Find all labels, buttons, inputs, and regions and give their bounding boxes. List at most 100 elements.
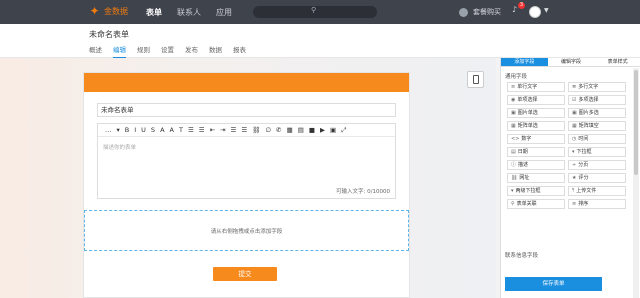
nav-item-forms[interactable]: 表单 [146, 7, 162, 18]
toolbar-button-icon[interactable]: ∅ [265, 124, 271, 137]
field-type-label: 描述 [518, 162, 529, 168]
tab-overview[interactable]: 概述 [89, 44, 102, 58]
logo-mark-icon: ✦ [89, 4, 100, 18]
toolbar-button-icon[interactable]: ▣ [330, 124, 336, 137]
field-type-label: 分页 [578, 162, 589, 168]
toolbar-button-icon[interactable]: ▾ [117, 124, 120, 137]
toolbar-button-icon[interactable]: S [151, 124, 155, 137]
field-type-button[interactable]: ☑ 多项选择 [568, 95, 626, 105]
field-dropzone[interactable]: 请从右侧拖拽或点击添加字段 [84, 210, 409, 251]
toolbar-button-icon[interactable]: ⛓ [252, 124, 260, 137]
search-input[interactable]: ⚲ [253, 6, 377, 18]
nav-item-apps[interactable]: 应用 [216, 7, 232, 18]
field-type-label: 矩阵填空 [578, 123, 599, 129]
field-type-button[interactable]: ⤒ 上传文件 [568, 186, 626, 196]
toolbar-button-icon[interactable]: ▶ [320, 124, 325, 137]
tab-form-style[interactable]: 表单样式 [594, 58, 640, 67]
toolbar-button-icon[interactable]: ⇤ [210, 124, 215, 137]
field-type-button[interactable]: ◉ 单项选择 [507, 95, 565, 105]
field-type-label: 多项选择 [578, 97, 599, 103]
field-type-icon: ▾ [572, 149, 575, 155]
mobile-preview-button[interactable] [467, 71, 484, 88]
field-type-label: 日期 [517, 149, 528, 155]
toolbar-button-icon[interactable]: B [125, 124, 129, 137]
toolbar-button-icon[interactable]: … [105, 124, 112, 137]
field-type-button[interactable]: ⚲ 表单关联 [507, 199, 565, 209]
form-name-field[interactable]: 未命名表单 [97, 103, 396, 117]
notification-badge: 3 [518, 2, 525, 9]
scrollbar-thumb[interactable] [634, 70, 638, 175]
main-nav: 表单 联系人 应用 [146, 0, 232, 24]
panel-scrollbar[interactable] [633, 68, 639, 298]
field-type-button[interactable]: ▾ 下拉框 [568, 147, 626, 157]
field-type-button[interactable]: ≣ 多行文字 [568, 82, 626, 92]
toolbar-button-icon[interactable]: ☰ [231, 124, 237, 137]
field-type-icon: ◉ [511, 97, 516, 103]
toolbar-button-icon[interactable]: ▦ [287, 124, 293, 137]
toolbar-button-icon[interactable]: ✆ [276, 124, 281, 137]
search-icon[interactable]: ⚲ [311, 6, 316, 14]
tab-edit-field[interactable]: 编辑字段 [547, 58, 595, 67]
logo[interactable]: ✦ 金数据 [88, 5, 128, 18]
field-type-button[interactable]: ▦ 矩阵单选 [507, 121, 565, 131]
tab-reports[interactable]: 报表 [233, 44, 246, 58]
field-type-label: 图片单选 [517, 110, 538, 116]
toolbar-button-icon[interactable]: A [160, 124, 164, 137]
toolbar-button-icon[interactable]: I [134, 124, 136, 137]
char-counter: 可输入文字: 0/10000 [336, 189, 390, 195]
toolbar-button-icon[interactable]: ☰ [199, 124, 205, 137]
field-type-button[interactable]: ≡ 排序 [568, 199, 626, 209]
field-type-icon: ≡ [572, 201, 577, 207]
field-type-label: 下拉框 [576, 149, 592, 155]
nav-item-contacts[interactable]: 联系人 [177, 7, 201, 18]
field-type-icon: ◷ [572, 136, 577, 142]
field-type-label: 数字 [521, 136, 532, 142]
tab-settings[interactable]: 设置 [161, 44, 174, 58]
field-type-button[interactable]: <> 数字 [507, 134, 565, 144]
field-type-label: 排序 [578, 201, 589, 207]
chevron-down-icon[interactable]: ▼ [544, 7, 549, 14]
field-type-button[interactable]: ◷ 时间 [568, 134, 626, 144]
field-type-button[interactable]: ⓘ 描述 [507, 160, 565, 170]
field-type-button[interactable]: ≡ 单行文字 [507, 82, 565, 92]
tab-data[interactable]: 数据 [209, 44, 222, 58]
avatar[interactable] [529, 6, 541, 18]
field-type-button[interactable]: ▣ 图片单选 [507, 108, 565, 118]
toolbar-button-icon[interactable]: A [170, 124, 174, 137]
upgrade-link[interactable]: 套餐购买 [473, 7, 501, 17]
field-type-icon: ☑ [572, 97, 577, 103]
field-type-label: 评分 [578, 175, 589, 181]
toolbar-button-icon[interactable]: ☰ [188, 124, 194, 137]
field-type-icon: ▣ [572, 110, 577, 116]
save-form-button[interactable]: 保存表单 [505, 277, 602, 291]
toolbar-button-icon[interactable]: ⤢ [341, 124, 346, 137]
tab-add-field[interactable]: 添加字段 [501, 58, 548, 67]
tab-edit[interactable]: 编辑 [113, 44, 126, 58]
toolbar-button-icon[interactable]: ▤ [298, 124, 304, 137]
form-header-banner[interactable] [84, 73, 409, 92]
submit-button[interactable]: 提交 [213, 267, 277, 281]
field-type-button[interactable]: ▤ 日期 [507, 147, 565, 157]
toolbar-button-icon[interactable]: ⇥ [220, 124, 225, 137]
toolbar-button-icon[interactable]: ■ [309, 124, 315, 137]
toolbar-button-icon[interactable]: T [179, 124, 183, 137]
editor-toolbar: … ▾ B I U S A A T ☰ ☰ ⇤ ⇥ ☰ ☰ ⛓ ∅ ✆ ▦ ▤ ■ ▶ ▣ ⤢ [98, 124, 395, 137]
field-type-label: 单行文字 [517, 84, 538, 90]
page-title: 未命名表单 [89, 30, 129, 39]
field-type-button[interactable]: ÷ 分页 [568, 160, 626, 170]
field-type-button[interactable]: ▣ 图片多选 [568, 108, 626, 118]
field-type-button[interactable]: ★ 评分 [568, 173, 626, 183]
tab-rules[interactable]: 规则 [137, 44, 150, 58]
field-panel: 添加字段 编辑字段 表单样式 通用字段 ≡ 单行文字 ≣ 多行文字 ◉ 单项选择 ☑ 多项选择… [500, 58, 640, 298]
field-type-icon: ⚲ [511, 201, 515, 207]
toolbar-button-icon[interactable]: U [141, 124, 146, 137]
tab-publish[interactable]: 发布 [185, 44, 198, 58]
dropzone-hint: 请从右侧拖拽或点击添加字段 [210, 229, 283, 235]
description-editor[interactable]: … ▾ B I U S A A T ☰ ☰ ⇤ ⇥ ☰ ☰ ⛓ ∅ ✆ ▦ ▤ ■ ▶ ▣ ⤢ 描述你的表单 可输入文字: 0… [97, 123, 396, 199]
form-tabs: 概述 编辑 规则 设置 发布 数据 报表 [89, 44, 246, 58]
field-type-button[interactable]: ▦ 矩阵填空 [568, 121, 626, 131]
toolbar-button-icon[interactable]: ☰ [241, 124, 247, 137]
field-type-button[interactable]: ▾ 两级下拉框 [507, 186, 565, 196]
field-type-label: 时间 [578, 136, 589, 142]
field-type-button[interactable]: ⛓ 网址 [507, 173, 565, 183]
